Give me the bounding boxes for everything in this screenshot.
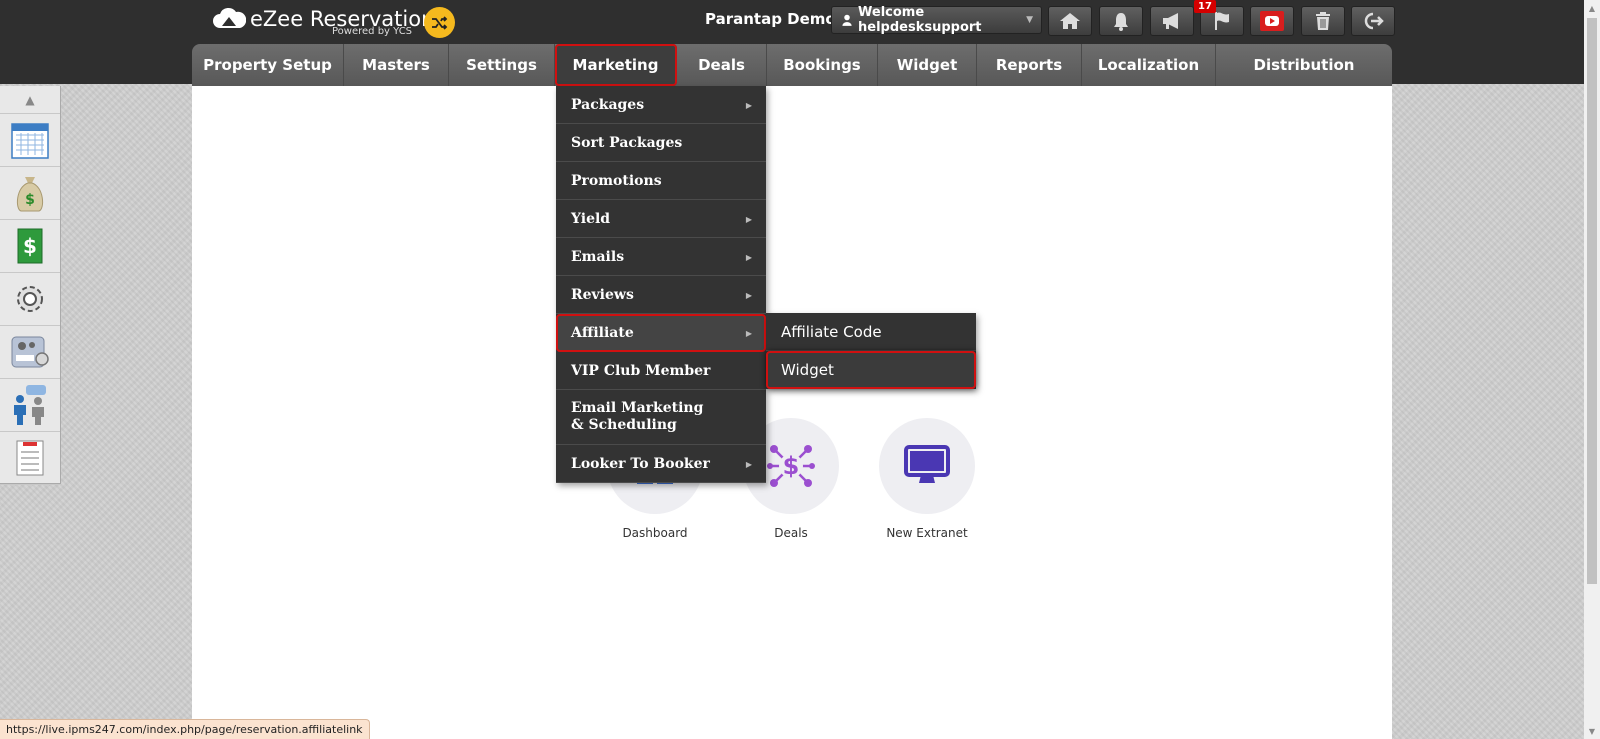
megaphone-icon	[1163, 13, 1178, 29]
chevron-right-icon: ▶	[745, 213, 752, 224]
menu-item-label: Emails	[571, 248, 625, 265]
svg-text:$: $	[23, 234, 37, 258]
settings-button[interactable]	[0, 273, 60, 326]
nav-marketing[interactable]: Marketing	[555, 44, 677, 86]
logo[interactable]: eZee Reservation Powered by YCS	[212, 6, 434, 37]
money-bag-button[interactable]: $	[0, 167, 60, 220]
scroll-up-icon[interactable]: ▲	[0, 86, 60, 114]
switch-property-button[interactable]	[424, 7, 455, 38]
calendar-icon	[11, 123, 49, 159]
affiliate-submenu: Affiliate Code Widget	[766, 313, 976, 389]
youtube-icon	[1260, 11, 1284, 31]
chevron-right-icon: ▶	[745, 251, 752, 262]
menu-item-affiliate[interactable]: Affiliate ▶	[556, 314, 766, 352]
submenu-item-affiliate-code[interactable]: Affiliate Code	[766, 313, 976, 351]
flag-icon	[1215, 12, 1229, 30]
quick-link-label: Deals	[774, 526, 808, 540]
youtube-button[interactable]	[1250, 6, 1294, 36]
chevron-right-icon: ▶	[745, 327, 752, 338]
menu-item-label: Packages	[571, 96, 645, 113]
nav-reports[interactable]: Reports	[977, 44, 1082, 86]
trash-button[interactable]	[1301, 6, 1345, 36]
nav-masters[interactable]: Masters	[344, 44, 449, 86]
property-name: Parantap Demo	[705, 10, 836, 28]
shuffle-icon	[431, 15, 447, 30]
scrollbar-thumb[interactable]	[1587, 18, 1597, 584]
nav-bookings[interactable]: Bookings	[767, 44, 878, 86]
menu-item-packages[interactable]: Packages ▶	[556, 86, 766, 124]
submenu-item-widget[interactable]: Widget	[766, 351, 976, 389]
user-icon	[842, 14, 852, 26]
quick-link-new-extranet[interactable]: New Extranet	[877, 418, 977, 540]
logout-button[interactable]	[1351, 6, 1395, 36]
svg-text:$: $	[783, 452, 800, 480]
menu-item-sort-packages[interactable]: Sort Packages	[556, 124, 766, 162]
nav-distribution[interactable]: Distribution	[1216, 44, 1392, 86]
notification-badge: 17	[1194, 0, 1216, 13]
people-icon	[14, 385, 46, 425]
dollar-icon: $	[17, 228, 43, 264]
status-bar-url: https://live.ipms247.com/index.php/page/…	[0, 719, 370, 739]
nav-property-setup[interactable]: Property Setup	[192, 44, 344, 86]
calendar-button[interactable]	[0, 114, 60, 167]
menu-item-email-marketing[interactable]: Email Marketing & Scheduling	[556, 390, 766, 445]
main-content	[192, 86, 1392, 739]
quick-link-label: New Extranet	[886, 526, 968, 540]
scroll-up-arrow-icon[interactable]: ▲	[1584, 0, 1600, 16]
money-bag-icon: $	[16, 177, 44, 212]
guests-button[interactable]	[0, 379, 60, 432]
trash-icon	[1316, 12, 1330, 30]
logout-icon	[1364, 12, 1384, 30]
chevron-right-icon: ▶	[745, 458, 752, 469]
nav-deals[interactable]: Deals	[677, 44, 767, 86]
bell-icon	[1114, 13, 1128, 31]
list-icon	[16, 440, 44, 476]
menu-item-label: Reviews	[571, 286, 634, 303]
notifications-button[interactable]	[1099, 6, 1143, 36]
menu-item-vip-club-member[interactable]: VIP Club Member	[556, 352, 766, 390]
marketing-dropdown: Packages ▶ Sort Packages Promotions Yiel…	[556, 86, 766, 483]
menu-item-label: Looker To Booker	[571, 455, 710, 472]
menu-item-yield[interactable]: Yield ▶	[556, 200, 766, 238]
menu-item-label: Widget	[781, 360, 834, 379]
powered-by: Powered by YCS	[332, 26, 413, 37]
nav-widget[interactable]: Widget	[878, 44, 977, 86]
chevron-right-icon: ▶	[745, 289, 752, 300]
menu-item-label: Yield	[571, 210, 611, 227]
menu-item-label: Affiliate Code	[781, 322, 882, 341]
menu-item-label: Sort Packages	[571, 134, 683, 151]
task-list-button[interactable]	[0, 432, 60, 485]
widget-settings-button[interactable]	[0, 326, 60, 379]
home-button[interactable]	[1048, 6, 1092, 36]
main-nav: Property Setup Masters Settings Marketin…	[192, 44, 1392, 86]
quick-sidebar: ▲ $ $	[0, 86, 61, 485]
menu-item-looker-to-booker[interactable]: Looker To Booker ▶	[556, 445, 766, 483]
nav-localization[interactable]: Localization	[1082, 44, 1216, 86]
chevron-down-icon: ▼	[1026, 15, 1033, 25]
svg-text:$: $	[25, 192, 35, 208]
user-menu-button[interactable]: Welcome helpdesksupport ▼	[831, 5, 1042, 35]
gear-icon	[17, 286, 43, 312]
home-icon	[1060, 13, 1080, 29]
dollar-bill-button[interactable]: $	[0, 220, 60, 273]
welcome-text: Welcome helpdesksupport	[858, 5, 982, 35]
cloud-logo-icon	[212, 6, 247, 32]
menu-item-reviews[interactable]: Reviews ▶	[556, 276, 766, 314]
announcements-button[interactable]	[1150, 6, 1194, 36]
menu-item-promotions[interactable]: Promotions	[556, 162, 766, 200]
scroll-down-arrow-icon[interactable]: ▼	[1584, 723, 1600, 739]
page-scrollbar[interactable]: ▲ ▼	[1584, 0, 1600, 739]
menu-item-label: Affiliate	[571, 324, 634, 341]
widget-gear-icon	[11, 336, 49, 368]
monitor-icon	[904, 445, 950, 483]
menu-item-label: VIP Club Member	[571, 362, 711, 379]
nav-settings[interactable]: Settings	[449, 44, 555, 86]
menu-item-label: Email Marketing & Scheduling	[571, 400, 704, 433]
menu-item-label: Promotions	[571, 172, 662, 189]
deals-network-icon: $	[767, 445, 815, 487]
quick-link-label: Dashboard	[622, 526, 688, 540]
extranet-icon-circle	[879, 418, 975, 514]
chevron-right-icon: ▶	[745, 99, 752, 110]
menu-item-emails[interactable]: Emails ▶	[556, 238, 766, 276]
